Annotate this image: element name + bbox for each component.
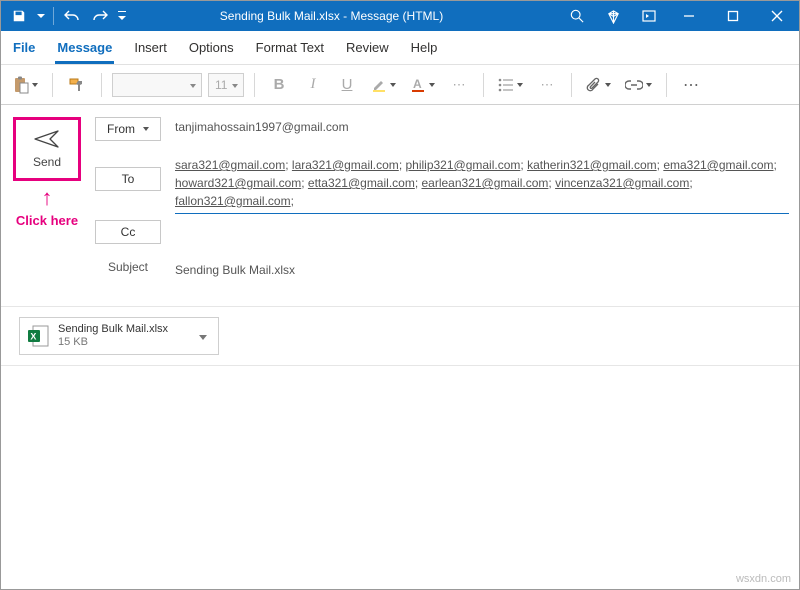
from-button[interactable]: From	[95, 117, 161, 141]
separator	[571, 73, 572, 97]
recipient[interactable]: ema321@gmail.com	[663, 158, 773, 172]
cc-button[interactable]: Cc	[95, 220, 161, 244]
title-bar: Sending Bulk Mail.xlsx - Message (HTML)	[1, 1, 799, 31]
recipient[interactable]: vincenza321@gmail.com	[555, 176, 689, 190]
to-field[interactable]: sara321@gmail.com; lara321@gmail.com; ph…	[175, 153, 789, 214]
recipient[interactable]: sara321@gmail.com	[175, 158, 285, 172]
minimize-button[interactable]	[667, 1, 711, 31]
recipient[interactable]: howard321@gmail.com	[175, 176, 301, 190]
highlight-button[interactable]	[367, 71, 400, 99]
send-arrow-icon	[34, 129, 60, 149]
from-row: From tanjimahossain1997@gmail.com	[95, 117, 789, 147]
more-font-icon[interactable]: ⋯	[445, 71, 473, 99]
subject-row: Subject Sending Bulk Mail.xlsx	[95, 260, 789, 290]
more-para-icon[interactable]: ⋯	[533, 71, 561, 99]
separator	[53, 7, 54, 25]
paste-button[interactable]	[9, 71, 42, 99]
separator	[52, 73, 53, 97]
attachment-area: X Sending Bulk Mail.xlsx 15 KB	[1, 306, 799, 366]
coming-soon-icon[interactable]	[595, 1, 631, 31]
window-controls	[559, 1, 799, 31]
send-button[interactable]: Send	[13, 117, 81, 181]
font-size-combo[interactable]: 11	[208, 73, 244, 97]
quick-access-toolbar	[1, 4, 134, 28]
tab-help[interactable]: Help	[409, 32, 440, 64]
excel-file-icon: X	[26, 324, 50, 348]
recipient[interactable]: katherin321@gmail.com	[527, 158, 657, 172]
tab-review[interactable]: Review	[344, 32, 391, 64]
recipient[interactable]: etta321@gmail.com	[308, 176, 415, 190]
maximize-button[interactable]	[711, 1, 755, 31]
bullets-button[interactable]	[494, 71, 527, 99]
underline-button[interactable]: U	[333, 71, 361, 99]
separator	[483, 73, 484, 97]
annotation-arrow-icon: ↑	[42, 185, 53, 211]
watermark: wsxdn.com	[736, 573, 791, 585]
separator	[254, 73, 255, 97]
svg-text:A: A	[413, 77, 422, 91]
separator	[101, 73, 102, 97]
attachment-filesize: 15 KB	[58, 336, 168, 349]
format-painter-icon[interactable]	[63, 71, 91, 99]
attach-file-button[interactable]	[582, 71, 615, 99]
attachment-meta: Sending Bulk Mail.xlsx 15 KB	[58, 323, 168, 349]
qat-dropdown-icon[interactable]	[35, 4, 47, 28]
subject-field[interactable]: Sending Bulk Mail.xlsx	[175, 260, 789, 278]
recipient[interactable]: earlean321@gmail.com	[422, 176, 549, 190]
cc-field[interactable]	[175, 220, 789, 224]
ribbon-display-icon[interactable]	[631, 1, 667, 31]
bold-button[interactable]: B	[265, 71, 293, 99]
ribbon-toolbar: 11 B I U A ⋯ ⋯ ⋯	[1, 65, 799, 105]
outlook-message-window: Sending Bulk Mail.xlsx - Message (HTML)	[0, 0, 800, 590]
send-column: Send ↑ Click here	[11, 117, 83, 296]
font-name-combo[interactable]	[112, 73, 202, 97]
tab-file[interactable]: File	[11, 32, 37, 64]
font-color-button[interactable]: A	[406, 71, 439, 99]
more-commands-icon[interactable]: ⋯	[677, 71, 705, 99]
cc-row: Cc	[95, 220, 789, 250]
redo-icon[interactable]	[88, 4, 112, 28]
attachment-filename: Sending Bulk Mail.xlsx	[58, 323, 168, 336]
ribbon-tabs: File Message Insert Options Format Text …	[1, 31, 799, 65]
recipient[interactable]: philip321@gmail.com	[405, 158, 520, 172]
tab-message[interactable]: Message	[55, 32, 114, 64]
window-title: Sending Bulk Mail.xlsx - Message (HTML)	[134, 9, 559, 23]
undo-icon[interactable]	[60, 4, 84, 28]
to-row: To sara321@gmail.com; lara321@gmail.com;…	[95, 153, 789, 214]
send-label: Send	[33, 155, 61, 169]
italic-button[interactable]: I	[299, 71, 327, 99]
search-icon[interactable]	[559, 1, 595, 31]
qat-more-icon[interactable]	[116, 4, 128, 28]
to-button[interactable]: To	[95, 167, 161, 191]
recipient[interactable]: lara321@gmail.com	[292, 158, 399, 172]
separator	[666, 73, 667, 97]
attachment-options-icon[interactable]	[194, 325, 212, 349]
attachment-chip[interactable]: X Sending Bulk Mail.xlsx 15 KB	[19, 317, 219, 355]
svg-text:X: X	[30, 332, 36, 342]
tab-insert[interactable]: Insert	[132, 32, 169, 64]
header-fields: From tanjimahossain1997@gmail.com To sar…	[95, 117, 789, 296]
link-button[interactable]	[621, 71, 656, 99]
subject-label: Subject	[95, 260, 161, 274]
annotation-label: Click here	[16, 213, 78, 228]
message-body[interactable]	[1, 366, 799, 589]
from-value[interactable]: tanjimahossain1997@gmail.com	[175, 117, 789, 135]
tab-format-text[interactable]: Format Text	[254, 32, 326, 64]
recipient[interactable]: fallon321@gmail.com	[175, 194, 291, 208]
tab-options[interactable]: Options	[187, 32, 236, 64]
save-icon[interactable]	[7, 4, 31, 28]
compose-pane: Send ↑ Click here From tanjimahossain199…	[1, 105, 799, 296]
close-button[interactable]	[755, 1, 799, 31]
